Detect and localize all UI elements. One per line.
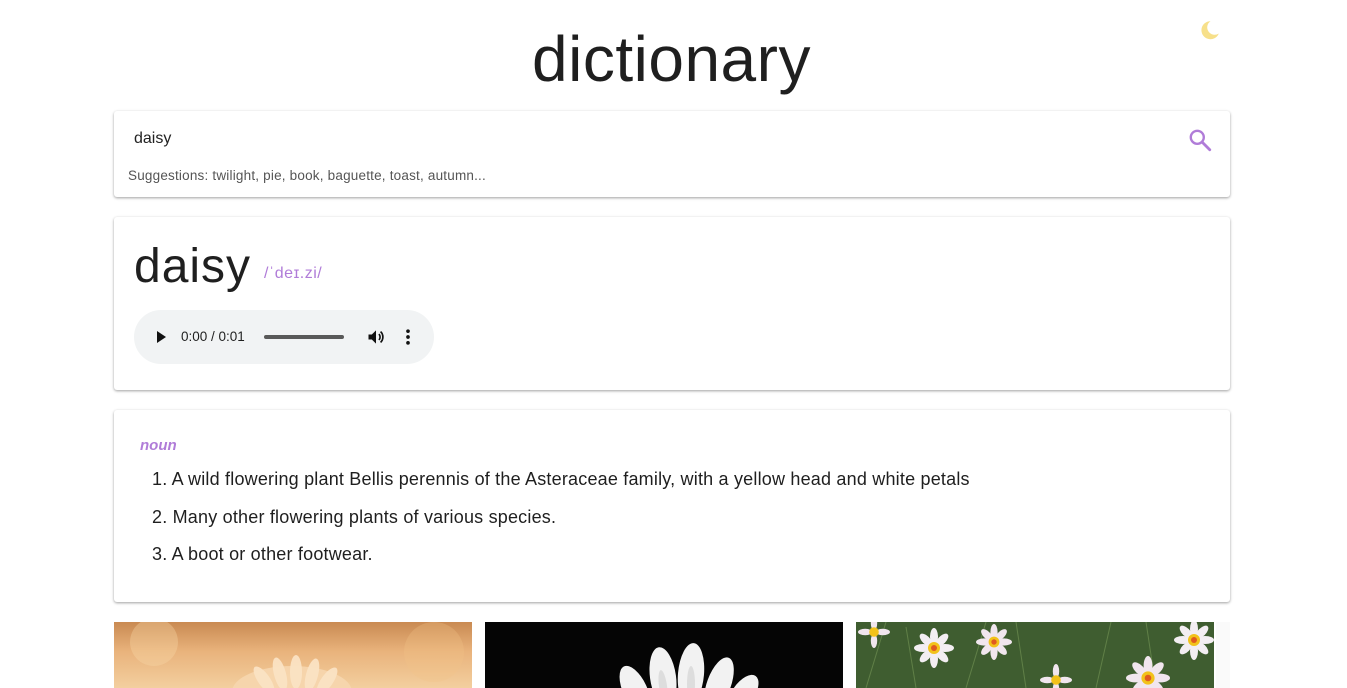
more-vert-icon[interactable] — [398, 327, 418, 347]
audio-progress-slider[interactable] — [264, 335, 344, 339]
volume-icon[interactable] — [366, 327, 386, 347]
search-icon — [1189, 129, 1212, 152]
word-card: daisy /ˈdeɪ.zi/ 0:00 / 0:01 — [114, 217, 1230, 390]
definition-item: 2. Many other flowering plants of variou… — [152, 506, 557, 527]
page-title: dictionary — [532, 23, 811, 95]
image-strip-edge — [1216, 622, 1230, 688]
play-icon[interactable] — [153, 329, 169, 345]
definition-item: 3. A boot or other footwear. — [152, 544, 373, 564]
search-suggestions: Suggestions: twilight, pie, book, baguet… — [128, 168, 486, 183]
search-button[interactable] — [1184, 125, 1216, 155]
search-input[interactable] — [114, 111, 1174, 167]
part-of-speech: noun — [140, 437, 177, 454]
definitions-card: noun 1. A wild flowering plant Bellis pe… — [114, 410, 1230, 602]
daisy-photo-1 — [114, 622, 472, 688]
theme-toggle-button[interactable] — [1198, 18, 1222, 42]
definition-list: 1. A wild flowering plant Bellis perenni… — [152, 468, 970, 581]
phonetic: /ˈdeɪ.zi/ — [264, 265, 323, 282]
moon-icon — [1201, 21, 1219, 40]
daisy-photo-2 — [485, 622, 843, 688]
audio-player: 0:00 / 0:01 — [134, 310, 434, 364]
headword: daisy — [134, 240, 252, 293]
daisy-photo-3 — [856, 622, 1214, 688]
audio-time: 0:00 / 0:01 — [181, 329, 245, 344]
definition-item: 1. A wild flowering plant Bellis perenni… — [152, 469, 970, 489]
search-card: Suggestions: twilight, pie, book, baguet… — [114, 111, 1230, 197]
